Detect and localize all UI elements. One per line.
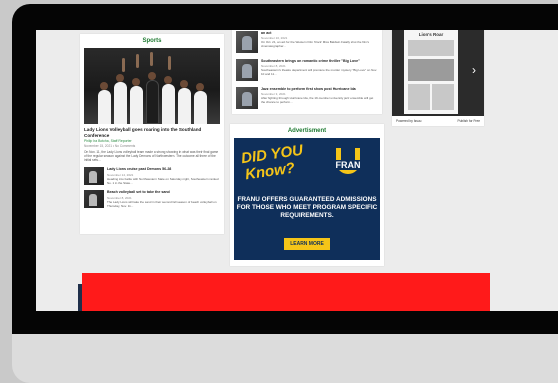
article-thumbnail[interactable] — [84, 167, 104, 186]
list-item[interactable]: Jazz ensemble to perform first show post… — [236, 86, 378, 114]
news-list: an act November 10, 2021 On Oct. 21, an … — [232, 30, 382, 114]
newspaper-preview[interactable]: Lion's Roar — [404, 30, 458, 114]
franu-logo-icon: FRAN — [328, 146, 368, 186]
red-banner[interactable] — [82, 273, 490, 311]
advertisement-section-title: Advertisment — [287, 128, 327, 134]
sports-section: Sports Lady Lions Volleyball goes roarin… — [80, 34, 224, 234]
article-title[interactable]: Jazz ensemble to perform first show post… — [261, 87, 378, 91]
article-thumbnail[interactable] — [236, 31, 258, 53]
article-title[interactable]: Beach volleyball set to take the sand — [107, 190, 220, 194]
sports-hero-headline[interactable]: Lady Lions Volleyball goes roaring into … — [84, 127, 220, 138]
article-thumbnail[interactable] — [236, 59, 258, 81]
article-excerpt: Heading into battle with Northwestern St… — [107, 176, 219, 185]
sports-hero-photo[interactable] — [84, 48, 220, 124]
list-item[interactable]: Lady Lions cruise past Demons 56-28 Nove… — [84, 167, 220, 186]
sports-section-title: Sports — [142, 38, 162, 44]
article-title[interactable]: an act — [261, 31, 378, 35]
issuu-viewer[interactable]: Lion's Roar — [392, 30, 472, 116]
learn-more-button[interactable]: LEARN MORE — [284, 238, 330, 250]
article-thumbnail[interactable] — [236, 87, 258, 109]
ad-logo-text: FRAN — [328, 160, 368, 170]
issuu-powered-by[interactable]: Powered by Issuu — [396, 119, 421, 123]
article-excerpt: After fighting through Hurricane Ida, th… — [261, 96, 374, 105]
issuu-footer: Powered by Issuu Publish for Free — [392, 116, 484, 126]
issuu-embed[interactable]: Lion's Roar › Powered by Issuu Publish f… — [392, 30, 484, 126]
article-excerpt: The Lady Lions will take the sand in the… — [107, 199, 217, 208]
advertisement-section: Advertisment DID YOU Know? FRAN FRANU OF… — [230, 124, 384, 266]
article-title[interactable]: Lady Lions cruise past Demons 56-28 — [107, 167, 220, 171]
article-excerpt: On Oct. 21, an act for the Western Film … — [261, 40, 370, 49]
franu-ad-banner[interactable]: DID YOU Know? FRAN FRANU OFFERS GUARANTE… — [234, 138, 380, 260]
list-item[interactable]: Beach volleyball set to take the sand No… — [84, 190, 220, 209]
chevron-right-icon[interactable]: › — [472, 63, 476, 77]
article-title[interactable]: Southeastern brings on romantic crime th… — [261, 59, 378, 63]
article-excerpt: Southeastern's theatre department will p… — [261, 68, 378, 77]
ad-copy: FRANU OFFERS GUARANTEED ADMISSIONS FOR T… — [236, 196, 378, 219]
browser-screen: Sports Lady Lions Volleyball goes roarin… — [36, 30, 558, 311]
sports-hero-byline[interactable]: Philip Ira Botcha, Staff Reporter — [84, 139, 220, 143]
sports-hero-meta: November 15, 2021 • No Comments — [84, 144, 136, 148]
sports-hero-excerpt: On Nov. 11, the Lady Lions volleyball te… — [84, 150, 219, 163]
list-item[interactable]: Southeastern brings on romantic crime th… — [236, 58, 378, 86]
issuu-publish-link[interactable]: Publish for Free — [458, 119, 481, 123]
newspaper-masthead: Lion's Roar — [418, 32, 444, 37]
article-thumbnail[interactable] — [84, 190, 104, 209]
list-item[interactable]: an act November 10, 2021 On Oct. 21, an … — [236, 30, 378, 58]
